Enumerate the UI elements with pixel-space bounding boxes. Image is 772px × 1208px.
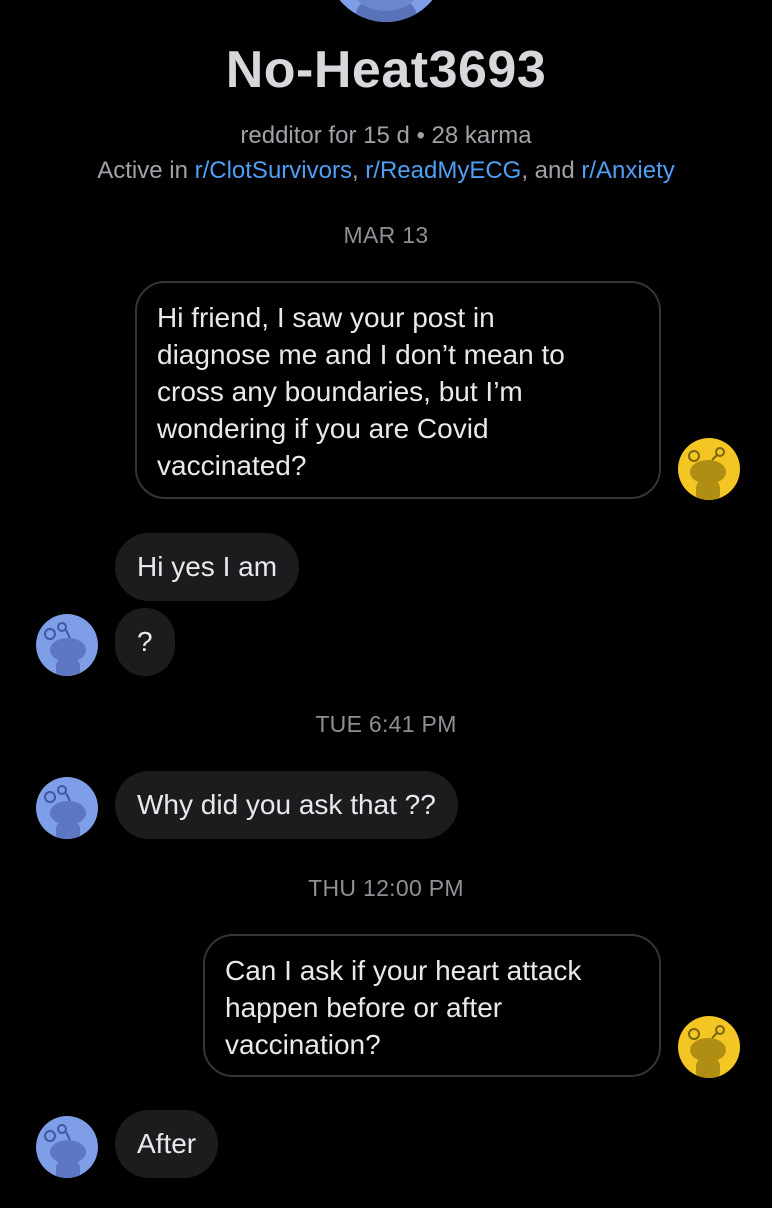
message-text: Why did you ask that ?? (137, 789, 436, 820)
message-line: vaccination? (225, 1029, 381, 1060)
separator: , (351, 157, 366, 184)
community-link-readmyecg[interactable]: r/ReadMyECG (365, 157, 521, 184)
reddit-snoo-yellow-icon[interactable] (678, 438, 740, 500)
profile-meta: redditor for 15 d • 28 karma (240, 122, 532, 149)
sent-message-bubble[interactable]: Hi friend, I saw your post in diagnose m… (135, 281, 661, 499)
profile-avatar[interactable] (326, 0, 446, 22)
date-separator: TUE 6:41 PM (315, 711, 457, 737)
reddit-snoo-yellow-icon[interactable] (678, 1016, 740, 1078)
message-text: After (137, 1128, 197, 1159)
reddit-snoo-blue-icon[interactable] (36, 614, 98, 676)
date-separator: MAR 13 (343, 222, 429, 248)
message-line: cross any boundaries, but I’m (157, 376, 523, 407)
profile-username: No-Heat3693 (225, 41, 547, 99)
message-line: diagnose me and I don’t mean to (157, 339, 565, 370)
community-link-anxiety[interactable]: r/Anxiety (581, 157, 674, 184)
received-message-bubble[interactable]: After (115, 1110, 219, 1178)
message-line: Can I ask if your heart attack (225, 955, 582, 986)
reddit-snoo-blue-icon[interactable] (36, 1116, 98, 1178)
active-prefix: Active in (97, 157, 195, 184)
message-text: Hi yes I am (137, 551, 278, 582)
active-communities: Active in r/ClotSurvivors, r/ReadMyECG, … (0, 157, 772, 185)
message-line: vaccinated? (157, 450, 307, 481)
date-separator: THU 12:00 PM (308, 875, 464, 901)
community-link-clotsurvivors[interactable]: r/ClotSurvivors (195, 157, 352, 184)
message-line: Hi friend, I saw your post in (157, 302, 495, 333)
received-message-bubble[interactable]: Why did you ask that ?? (115, 771, 458, 839)
message-text: ? (137, 626, 153, 657)
reddit-snoo-blue-icon[interactable] (36, 777, 98, 839)
message-line: wondering if you are Covid (157, 413, 489, 444)
received-message-bubble[interactable]: Hi yes I am (115, 533, 300, 601)
received-message-bubble[interactable]: ? (115, 608, 175, 676)
separator: , and (521, 157, 582, 184)
message-line: happen before or after (225, 992, 503, 1023)
sent-message-bubble[interactable]: Can I ask if your heart attack happen be… (203, 934, 661, 1077)
